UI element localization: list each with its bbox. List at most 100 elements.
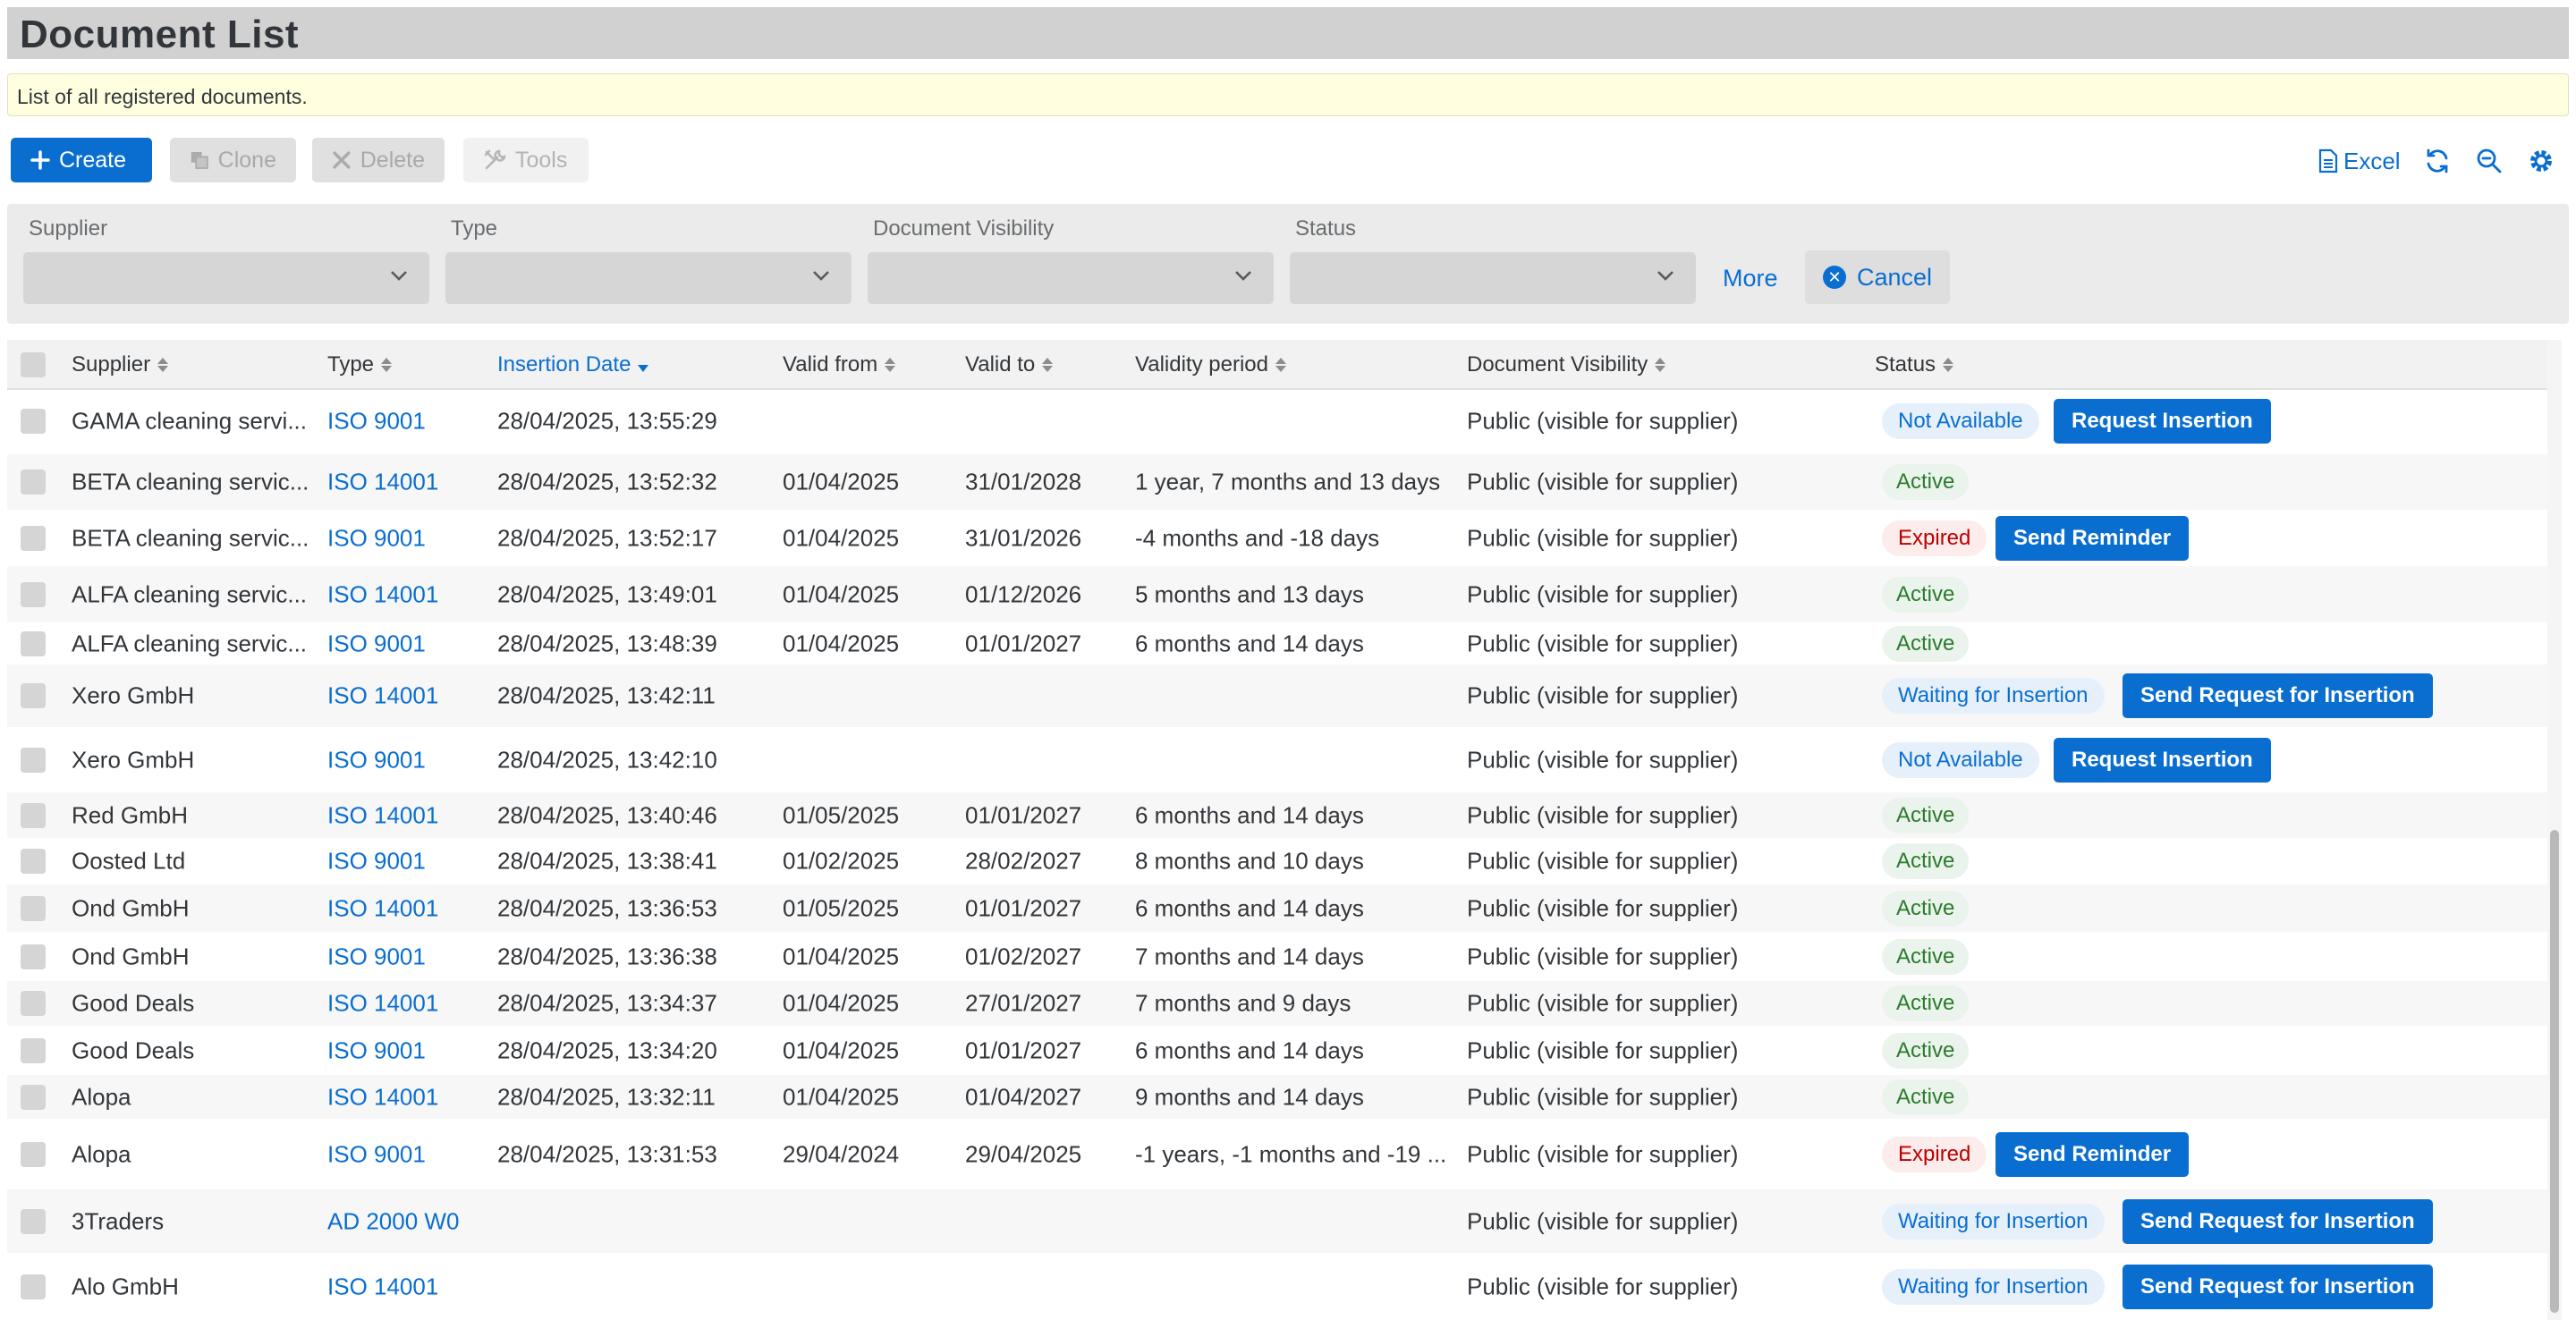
cell-valid-from: 01/04/2025	[783, 468, 900, 495]
column-header-document-visibility[interactable]: Document Visibility	[1467, 352, 1666, 377]
tools-button[interactable]: Tools	[463, 138, 589, 182]
cell-type-link[interactable]: ISO 9001	[327, 848, 426, 876]
table-row[interactable]: Ond GmbH ISO 14001 28/04/2025, 13:36:53 01/…	[7, 884, 2547, 932]
table-row[interactable]: Ond GmbH ISO 9001 28/04/2025, 13:36:38 01/0…	[7, 932, 2547, 981]
row-checkbox[interactable]	[21, 1208, 46, 1234]
sort-icon	[1275, 358, 1286, 372]
table-row[interactable]: Good Deals ISO 9001 28/04/2025, 13:34:20 01…	[7, 1026, 2547, 1075]
visibility-filter-label: Document Visibility	[873, 216, 1055, 241]
status-select[interactable]	[1290, 252, 1696, 304]
supplier-select[interactable]	[23, 252, 429, 304]
status-badge: Waiting for Insertion	[1882, 1268, 2105, 1305]
row-checkbox[interactable]	[21, 409, 46, 434]
row-action-button[interactable]: Request Insertion	[2054, 399, 2271, 444]
column-label: Status	[1875, 352, 1936, 377]
cell-type-link[interactable]: ISO 14001	[327, 1273, 438, 1300]
settings-button[interactable]	[2528, 145, 2555, 177]
cell-type-link[interactable]: ISO 9001	[327, 943, 426, 970]
close-icon	[333, 151, 351, 169]
refresh-button[interactable]	[2424, 145, 2451, 177]
type-select[interactable]	[445, 252, 852, 304]
row-checkbox[interactable]	[21, 849, 46, 874]
column-header-validity-period[interactable]: Validity period	[1135, 352, 1286, 377]
cell-type-link[interactable]: ISO 9001	[327, 408, 426, 436]
row-checkbox[interactable]	[21, 802, 46, 828]
cell-type-link[interactable]: ISO 9001	[327, 746, 426, 774]
cell-type-link[interactable]: ISO 14001	[327, 682, 438, 710]
table-row[interactable]: Red GmbH ISO 14001 28/04/2025, 13:40:46 01/…	[7, 792, 2547, 838]
row-checkbox[interactable]	[21, 747, 46, 773]
row-action-button[interactable]: Send Request for Insertion	[2123, 673, 2433, 718]
cell-type-link[interactable]: ISO 9001	[327, 630, 426, 657]
visibility-select[interactable]	[868, 252, 1274, 304]
row-checkbox[interactable]	[21, 1141, 46, 1167]
cell-type-link[interactable]: ISO 14001	[327, 990, 438, 1018]
table-row[interactable]: Xero GmbH ISO 14001 28/04/2025, 13:42:11 Pu…	[7, 664, 2547, 727]
row-checkbox[interactable]	[21, 630, 46, 656]
row-checkbox[interactable]	[21, 525, 46, 551]
cell-document-visibility: Public (visible for supplier)	[1467, 630, 1739, 656]
column-header-supplier[interactable]: Supplier	[72, 352, 169, 377]
table-row[interactable]: ALFA cleaning servic... ISO 9001 28/04/202…	[7, 622, 2547, 664]
sort-icon	[381, 358, 393, 372]
table-row[interactable]: BETA cleaning servic... ISO 14001 28/04/20…	[7, 454, 2547, 510]
row-checkbox[interactable]	[21, 991, 46, 1016]
table-row[interactable]: 3Traders AD 2000 W0 Public (visible for su…	[7, 1189, 2547, 1253]
cell-type-link[interactable]: ISO 14001	[327, 469, 438, 496]
table-row[interactable]: ALFA cleaning servic... ISO 14001 28/04/20…	[7, 566, 2547, 622]
column-header-type[interactable]: Type	[327, 352, 393, 377]
delete-button[interactable]: Delete	[312, 138, 445, 182]
sort-icon	[1943, 358, 1954, 372]
table-row[interactable]: Oosted Ltd ISO 9001 28/04/2025, 13:38:41 01…	[7, 838, 2547, 884]
cell-type-link[interactable]: AD 2000 W0	[327, 1207, 459, 1235]
cell-type-link[interactable]: ISO 9001	[327, 1140, 426, 1168]
chevron-down-icon	[391, 271, 407, 281]
status-filter-label: Status	[1295, 216, 1357, 241]
table-row[interactable]: Alopa ISO 14001 28/04/2025, 13:32:11 01/04/…	[7, 1075, 2547, 1119]
column-header-status[interactable]: Status	[1875, 352, 1954, 377]
more-filters-link[interactable]: More	[1723, 265, 1778, 292]
table-row[interactable]: Good Deals ISO 14001 28/04/2025, 13:34:37 0…	[7, 981, 2547, 1026]
excel-export-button[interactable]: Excel	[2318, 145, 2401, 177]
zoom-out-button[interactable]	[2476, 145, 2503, 177]
row-action-button[interactable]: Send Request for Insertion	[2123, 1198, 2433, 1244]
row-checkbox[interactable]	[21, 581, 46, 607]
row-action-button[interactable]: Request Insertion	[2054, 737, 2271, 783]
table-row[interactable]: GAMA cleaning servi... ISO 9001 28/04/2025…	[7, 390, 2547, 453]
scrollbar-thumb[interactable]	[2550, 830, 2559, 1313]
vertical-scrollbar[interactable]	[2547, 340, 2562, 1320]
select-all-checkbox[interactable]	[21, 352, 46, 377]
clone-button[interactable]: Clone	[170, 138, 296, 182]
cell-valid-from: 01/04/2025	[783, 1037, 900, 1063]
table-row[interactable]: Alopa ISO 9001 28/04/2025, 13:31:53 29/04/2…	[7, 1119, 2547, 1189]
info-message-text: List of all registered documents.	[17, 85, 308, 108]
cancel-filter-button[interactable]: ✕ Cancel	[1805, 250, 1951, 304]
row-checkbox[interactable]	[21, 895, 46, 921]
column-header-valid-to[interactable]: Valid to	[965, 352, 1054, 377]
row-checkbox[interactable]	[21, 470, 46, 495]
row-action-button[interactable]: Send Request for Insertion	[2123, 1264, 2433, 1309]
cell-supplier: GAMA cleaning servi...	[72, 407, 307, 435]
column-label: Validity period	[1135, 352, 1268, 377]
cell-type-link[interactable]: ISO 14001	[327, 894, 438, 922]
cell-type-link[interactable]: ISO 14001	[327, 801, 438, 829]
row-action-button[interactable]: Send Reminder	[1996, 1131, 2190, 1177]
clone-icon	[191, 151, 208, 169]
column-header-valid-from[interactable]: Valid from	[783, 352, 896, 377]
row-action-button[interactable]: Send Reminder	[1996, 515, 2190, 561]
table-row[interactable]: Xero GmbH ISO 9001 28/04/2025, 13:42:10 Pub…	[7, 727, 2547, 792]
create-button[interactable]: Create	[11, 138, 152, 182]
row-checkbox[interactable]	[21, 1273, 46, 1299]
column-header-insertion-date[interactable]: Insertion Date	[497, 352, 649, 377]
table-row[interactable]: Alo GmbH ISO 14001 Public (visible for sup…	[7, 1253, 2547, 1320]
row-checkbox[interactable]	[21, 1084, 46, 1110]
cell-type-link[interactable]: ISO 9001	[327, 524, 426, 552]
cell-type-link[interactable]: ISO 14001	[327, 1083, 438, 1111]
sort-icon	[885, 358, 896, 372]
row-checkbox[interactable]	[21, 1037, 46, 1063]
cell-type-link[interactable]: ISO 14001	[327, 580, 438, 608]
table-row[interactable]: BETA cleaning servic... ISO 9001 28/04/202…	[7, 510, 2547, 566]
cell-type-link[interactable]: ISO 9001	[327, 1037, 426, 1064]
row-checkbox[interactable]	[21, 683, 46, 708]
row-checkbox[interactable]	[21, 943, 46, 969]
